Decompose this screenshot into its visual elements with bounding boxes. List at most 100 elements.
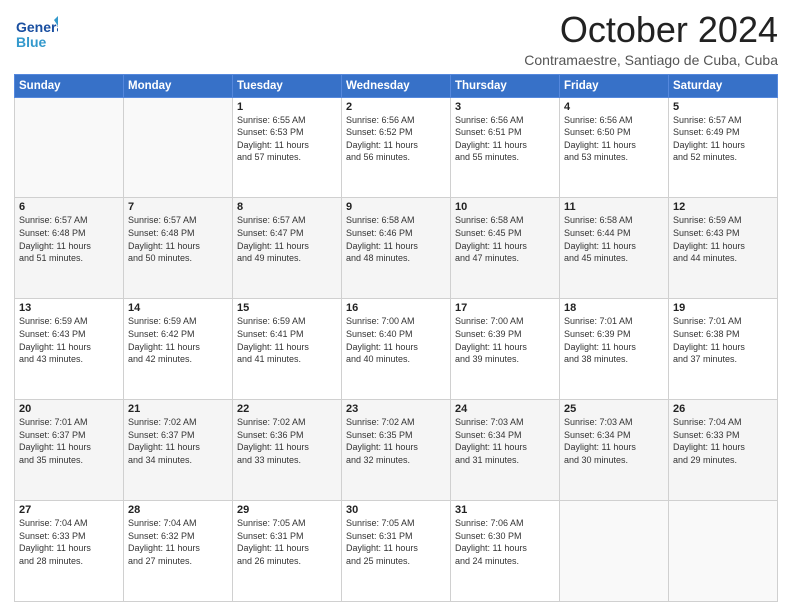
calendar-cell: 1Sunrise: 6:55 AM Sunset: 6:53 PM Daylig… xyxy=(233,97,342,198)
day-info: Sunrise: 7:04 AM Sunset: 6:33 PM Dayligh… xyxy=(19,517,119,567)
col-header-tuesday: Tuesday xyxy=(233,74,342,97)
week-row-4: 20Sunrise: 7:01 AM Sunset: 6:37 PM Dayli… xyxy=(15,400,778,501)
calendar-cell: 5Sunrise: 6:57 AM Sunset: 6:49 PM Daylig… xyxy=(669,97,778,198)
col-header-wednesday: Wednesday xyxy=(342,74,451,97)
day-info: Sunrise: 6:59 AM Sunset: 6:43 PM Dayligh… xyxy=(19,315,119,365)
day-info: Sunrise: 7:05 AM Sunset: 6:31 PM Dayligh… xyxy=(346,517,446,567)
header-row: SundayMondayTuesdayWednesdayThursdayFrid… xyxy=(15,74,778,97)
calendar: SundayMondayTuesdayWednesdayThursdayFrid… xyxy=(14,74,778,602)
week-row-3: 13Sunrise: 6:59 AM Sunset: 6:43 PM Dayli… xyxy=(15,299,778,400)
day-number: 13 xyxy=(19,302,119,314)
calendar-cell: 10Sunrise: 6:58 AM Sunset: 6:45 PM Dayli… xyxy=(451,198,560,299)
day-number: 31 xyxy=(455,504,555,516)
calendar-cell xyxy=(669,501,778,602)
day-number: 23 xyxy=(346,403,446,415)
logo: General Blue xyxy=(14,14,58,58)
svg-text:General: General xyxy=(16,19,58,35)
day-info: Sunrise: 7:02 AM Sunset: 6:37 PM Dayligh… xyxy=(128,416,228,466)
day-number: 21 xyxy=(128,403,228,415)
day-info: Sunrise: 6:55 AM Sunset: 6:53 PM Dayligh… xyxy=(237,114,337,164)
day-number: 9 xyxy=(346,201,446,213)
calendar-cell: 29Sunrise: 7:05 AM Sunset: 6:31 PM Dayli… xyxy=(233,501,342,602)
day-info: Sunrise: 6:59 AM Sunset: 6:41 PM Dayligh… xyxy=(237,315,337,365)
calendar-cell: 23Sunrise: 7:02 AM Sunset: 6:35 PM Dayli… xyxy=(342,400,451,501)
calendar-cell: 13Sunrise: 6:59 AM Sunset: 6:43 PM Dayli… xyxy=(15,299,124,400)
calendar-cell xyxy=(124,97,233,198)
col-header-thursday: Thursday xyxy=(451,74,560,97)
day-info: Sunrise: 7:01 AM Sunset: 6:37 PM Dayligh… xyxy=(19,416,119,466)
day-number: 4 xyxy=(564,101,664,113)
col-header-friday: Friday xyxy=(560,74,669,97)
day-number: 10 xyxy=(455,201,555,213)
calendar-cell: 12Sunrise: 6:59 AM Sunset: 6:43 PM Dayli… xyxy=(669,198,778,299)
day-info: Sunrise: 6:57 AM Sunset: 6:47 PM Dayligh… xyxy=(237,214,337,264)
day-number: 5 xyxy=(673,101,773,113)
day-info: Sunrise: 6:56 AM Sunset: 6:51 PM Dayligh… xyxy=(455,114,555,164)
week-row-1: 1Sunrise: 6:55 AM Sunset: 6:53 PM Daylig… xyxy=(15,97,778,198)
day-number: 26 xyxy=(673,403,773,415)
day-info: Sunrise: 7:01 AM Sunset: 6:39 PM Dayligh… xyxy=(564,315,664,365)
month-title: October 2024 xyxy=(524,10,778,50)
calendar-cell: 19Sunrise: 7:01 AM Sunset: 6:38 PM Dayli… xyxy=(669,299,778,400)
calendar-cell: 30Sunrise: 7:05 AM Sunset: 6:31 PM Dayli… xyxy=(342,501,451,602)
day-info: Sunrise: 6:58 AM Sunset: 6:45 PM Dayligh… xyxy=(455,214,555,264)
day-info: Sunrise: 7:05 AM Sunset: 6:31 PM Dayligh… xyxy=(237,517,337,567)
day-number: 7 xyxy=(128,201,228,213)
day-info: Sunrise: 6:57 AM Sunset: 6:48 PM Dayligh… xyxy=(19,214,119,264)
col-header-monday: Monday xyxy=(124,74,233,97)
calendar-cell: 15Sunrise: 6:59 AM Sunset: 6:41 PM Dayli… xyxy=(233,299,342,400)
week-row-2: 6Sunrise: 6:57 AM Sunset: 6:48 PM Daylig… xyxy=(15,198,778,299)
day-number: 18 xyxy=(564,302,664,314)
calendar-cell: 28Sunrise: 7:04 AM Sunset: 6:32 PM Dayli… xyxy=(124,501,233,602)
calendar-cell: 21Sunrise: 7:02 AM Sunset: 6:37 PM Dayli… xyxy=(124,400,233,501)
header: General Blue October 2024 Contramaestre,… xyxy=(14,10,778,68)
col-header-saturday: Saturday xyxy=(669,74,778,97)
day-number: 20 xyxy=(19,403,119,415)
calendar-cell: 16Sunrise: 7:00 AM Sunset: 6:40 PM Dayli… xyxy=(342,299,451,400)
day-info: Sunrise: 7:01 AM Sunset: 6:38 PM Dayligh… xyxy=(673,315,773,365)
day-number: 12 xyxy=(673,201,773,213)
calendar-cell xyxy=(560,501,669,602)
calendar-cell: 11Sunrise: 6:58 AM Sunset: 6:44 PM Dayli… xyxy=(560,198,669,299)
day-info: Sunrise: 6:58 AM Sunset: 6:46 PM Dayligh… xyxy=(346,214,446,264)
calendar-cell: 17Sunrise: 7:00 AM Sunset: 6:39 PM Dayli… xyxy=(451,299,560,400)
page: General Blue October 2024 Contramaestre,… xyxy=(0,0,792,612)
day-info: Sunrise: 6:59 AM Sunset: 6:42 PM Dayligh… xyxy=(128,315,228,365)
day-number: 16 xyxy=(346,302,446,314)
calendar-cell: 26Sunrise: 7:04 AM Sunset: 6:33 PM Dayli… xyxy=(669,400,778,501)
day-info: Sunrise: 6:56 AM Sunset: 6:52 PM Dayligh… xyxy=(346,114,446,164)
calendar-cell: 18Sunrise: 7:01 AM Sunset: 6:39 PM Dayli… xyxy=(560,299,669,400)
day-number: 1 xyxy=(237,101,337,113)
calendar-cell: 24Sunrise: 7:03 AM Sunset: 6:34 PM Dayli… xyxy=(451,400,560,501)
svg-text:Blue: Blue xyxy=(16,34,47,50)
day-info: Sunrise: 7:00 AM Sunset: 6:40 PM Dayligh… xyxy=(346,315,446,365)
day-number: 29 xyxy=(237,504,337,516)
calendar-cell: 2Sunrise: 6:56 AM Sunset: 6:52 PM Daylig… xyxy=(342,97,451,198)
subtitle: Contramaestre, Santiago de Cuba, Cuba xyxy=(524,52,778,68)
calendar-cell: 25Sunrise: 7:03 AM Sunset: 6:34 PM Dayli… xyxy=(560,400,669,501)
calendar-cell: 6Sunrise: 6:57 AM Sunset: 6:48 PM Daylig… xyxy=(15,198,124,299)
day-number: 22 xyxy=(237,403,337,415)
day-info: Sunrise: 7:02 AM Sunset: 6:35 PM Dayligh… xyxy=(346,416,446,466)
calendar-cell: 31Sunrise: 7:06 AM Sunset: 6:30 PM Dayli… xyxy=(451,501,560,602)
calendar-cell xyxy=(15,97,124,198)
calendar-cell: 14Sunrise: 6:59 AM Sunset: 6:42 PM Dayli… xyxy=(124,299,233,400)
day-number: 6 xyxy=(19,201,119,213)
day-info: Sunrise: 7:06 AM Sunset: 6:30 PM Dayligh… xyxy=(455,517,555,567)
calendar-cell: 7Sunrise: 6:57 AM Sunset: 6:48 PM Daylig… xyxy=(124,198,233,299)
logo-svg: General Blue xyxy=(14,14,58,58)
day-info: Sunrise: 6:57 AM Sunset: 6:48 PM Dayligh… xyxy=(128,214,228,264)
day-info: Sunrise: 7:04 AM Sunset: 6:33 PM Dayligh… xyxy=(673,416,773,466)
day-number: 17 xyxy=(455,302,555,314)
day-info: Sunrise: 6:57 AM Sunset: 6:49 PM Dayligh… xyxy=(673,114,773,164)
day-info: Sunrise: 7:04 AM Sunset: 6:32 PM Dayligh… xyxy=(128,517,228,567)
calendar-cell: 27Sunrise: 7:04 AM Sunset: 6:33 PM Dayli… xyxy=(15,501,124,602)
calendar-cell: 4Sunrise: 6:56 AM Sunset: 6:50 PM Daylig… xyxy=(560,97,669,198)
day-number: 14 xyxy=(128,302,228,314)
calendar-cell: 8Sunrise: 6:57 AM Sunset: 6:47 PM Daylig… xyxy=(233,198,342,299)
day-number: 2 xyxy=(346,101,446,113)
calendar-cell: 9Sunrise: 6:58 AM Sunset: 6:46 PM Daylig… xyxy=(342,198,451,299)
day-info: Sunrise: 6:56 AM Sunset: 6:50 PM Dayligh… xyxy=(564,114,664,164)
day-info: Sunrise: 7:02 AM Sunset: 6:36 PM Dayligh… xyxy=(237,416,337,466)
day-number: 25 xyxy=(564,403,664,415)
